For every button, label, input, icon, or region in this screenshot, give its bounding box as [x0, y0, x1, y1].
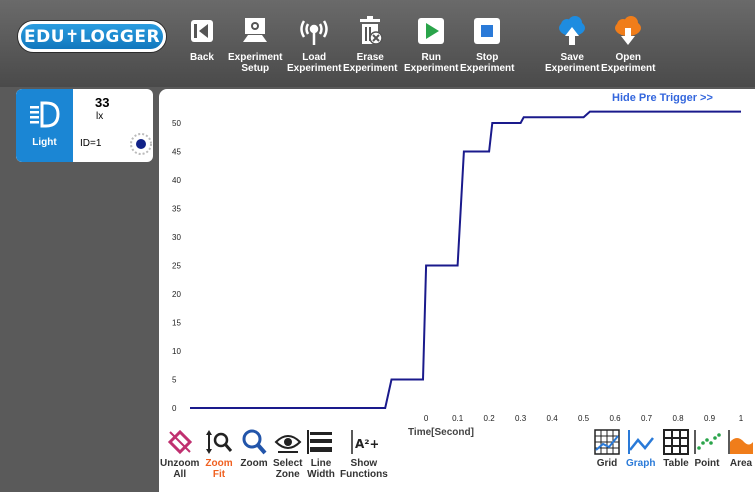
grid-icon [593, 428, 621, 456]
y-tick-label: 30 [172, 233, 181, 242]
point-button[interactable]: Point [693, 428, 721, 469]
zoom-button[interactable]: Zoom [240, 428, 268, 469]
x-tick-label: 0.8 [672, 414, 684, 423]
svg-text:A²+3: A²+3 [355, 437, 378, 451]
y-tick-label: 20 [172, 290, 181, 299]
eye-icon [274, 428, 302, 456]
y-tick-label: 40 [172, 176, 181, 185]
line-width-button[interactable]: Line Width [307, 428, 335, 480]
graph-button[interactable]: Graph [626, 428, 655, 469]
zoom-fit-button[interactable]: Zoom Fit [205, 428, 233, 480]
y-tick-label: 0 [172, 404, 177, 413]
y-tick-label: 35 [172, 205, 181, 214]
y-tick-label: 10 [172, 347, 181, 356]
table-icon [662, 428, 690, 456]
series-line [190, 110, 741, 409]
x-tick-label: 1 [739, 414, 744, 423]
x-tick-label: 0.1 [452, 414, 464, 423]
x-tick-label: 0.9 [704, 414, 716, 423]
point-icon [693, 428, 721, 456]
x-axis-title: Time[Second] [408, 427, 474, 438]
grid-button[interactable]: Grid [593, 428, 621, 469]
x-tick-label: 0.2 [484, 414, 496, 423]
unzoom-icon [166, 428, 194, 456]
x-tick-label: 0.6 [609, 414, 621, 423]
x-tick-label: 0 [424, 414, 429, 423]
graph-icon [627, 428, 655, 456]
y-tick-label: 5 [172, 376, 177, 385]
area-icon [727, 428, 755, 456]
x-tick-label: 0.5 [578, 414, 590, 423]
line-chart: 0 5 10 15 20 25 30 35 40 45 50 0 0.1 0.2 0.3 0.4 0.5 0.6 0… [172, 110, 744, 423]
unzoom-all-button[interactable]: Unzoom All [160, 428, 199, 480]
show-functions-button[interactable]: A²+3 Show Functions [340, 428, 388, 480]
select-zone-button[interactable]: Select Zone [273, 428, 302, 480]
x-tick-label: 0.7 [641, 414, 653, 423]
area-button[interactable]: Area [727, 428, 755, 469]
x-tick-label: 0.3 [515, 414, 527, 423]
y-tick-label: 45 [172, 148, 181, 157]
line-width-icon [307, 428, 335, 456]
y-tick-label: 50 [172, 119, 181, 128]
y-tick-label: 15 [172, 319, 181, 328]
functions-icon: A²+3 [350, 428, 378, 456]
hide-pre-trigger-link[interactable]: Hide Pre Trigger >> [612, 92, 713, 104]
y-tick-label: 25 [172, 262, 181, 271]
table-button[interactable]: Table [662, 428, 690, 469]
zoom-fit-icon [205, 428, 233, 456]
x-tick-label: 0.4 [547, 414, 559, 423]
zoom-icon [240, 428, 268, 456]
